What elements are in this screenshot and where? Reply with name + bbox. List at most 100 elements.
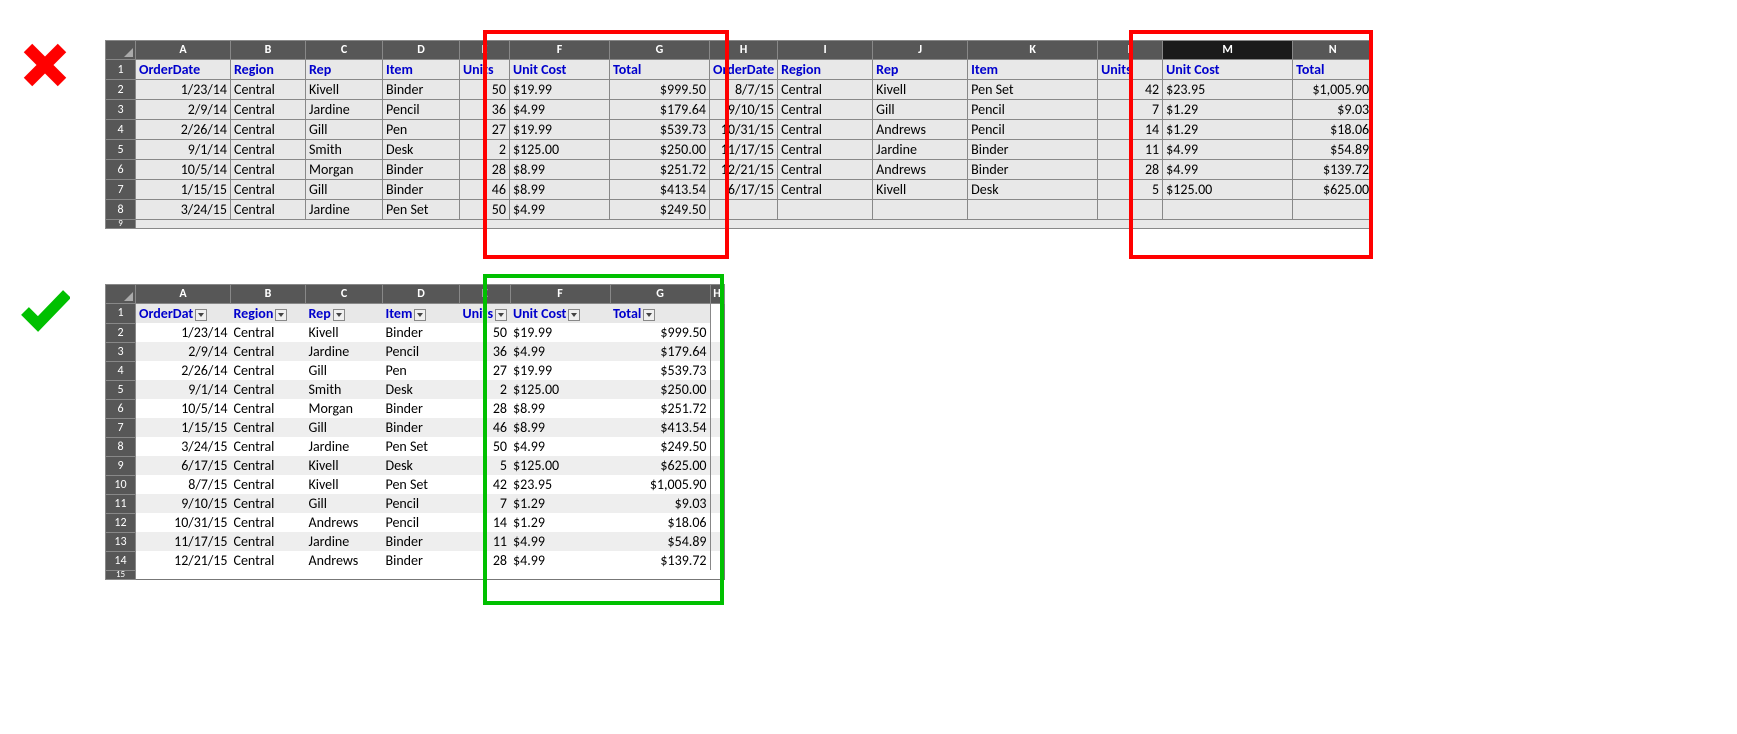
cell[interactable]: 5 xyxy=(1098,180,1163,200)
cell[interactable]: $1.29 xyxy=(1163,100,1293,120)
hdr-item2[interactable]: Item xyxy=(968,60,1098,80)
cell-blank[interactable] xyxy=(710,456,724,475)
row-10[interactable]: 10 xyxy=(106,475,136,494)
cell[interactable]: $1.29 xyxy=(510,494,610,513)
row-5[interactable]: 5 xyxy=(106,140,136,160)
cell[interactable] xyxy=(968,200,1098,220)
cell[interactable]: Andrews xyxy=(873,120,968,140)
cell[interactable]: $179.64 xyxy=(610,100,710,120)
cell[interactable]: 2/26/14 xyxy=(136,361,231,380)
cell[interactable]: $19.99 xyxy=(510,120,610,140)
empty-row[interactable] xyxy=(136,220,1373,229)
cell[interactable]: $4.99 xyxy=(510,100,610,120)
cell[interactable]: 11 xyxy=(460,532,511,551)
cell[interactable]: $125.00 xyxy=(1163,180,1293,200)
col-N[interactable]: N xyxy=(1293,41,1373,60)
col-M[interactable]: M xyxy=(1163,41,1293,60)
cell[interactable]: 8/7/15 xyxy=(710,80,778,100)
row-15[interactable]: 15 xyxy=(106,570,136,579)
cell[interactable]: Central xyxy=(231,323,306,342)
cell-blank[interactable] xyxy=(710,551,724,570)
cell[interactable]: Central xyxy=(231,380,306,399)
hdr-total2[interactable]: Total xyxy=(1293,60,1373,80)
hdr-rep2[interactable]: Rep xyxy=(873,60,968,80)
cell-blank[interactable] xyxy=(710,323,724,342)
cell[interactable]: $8.99 xyxy=(510,418,610,437)
cell[interactable]: Morgan xyxy=(306,160,383,180)
cell[interactable]: Central xyxy=(231,100,306,120)
cell[interactable]: 7 xyxy=(460,494,511,513)
row-9[interactable]: 9 xyxy=(106,456,136,475)
filter-icon[interactable] xyxy=(568,309,580,321)
cell[interactable]: $19.99 xyxy=(510,80,610,100)
cell[interactable]: 14 xyxy=(460,513,511,532)
cell[interactable]: Desk xyxy=(383,140,460,160)
cell[interactable]: Central xyxy=(231,551,306,570)
cell[interactable]: 46 xyxy=(460,418,511,437)
cell[interactable]: $1,005.90 xyxy=(1293,80,1373,100)
cell[interactable]: Jardine xyxy=(306,437,383,456)
cell[interactable]: Kivell xyxy=(306,80,383,100)
hdr-region[interactable]: Region xyxy=(231,60,306,80)
cell[interactable]: 42 xyxy=(460,475,511,494)
cell[interactable]: $249.50 xyxy=(610,200,710,220)
cell[interactable]: $4.99 xyxy=(1163,140,1293,160)
cell[interactable]: 50 xyxy=(460,80,510,100)
row-7[interactable]: 7 xyxy=(106,418,136,437)
cell[interactable]: Central xyxy=(231,475,306,494)
hdr-region2[interactable]: Region xyxy=(778,60,873,80)
cell[interactable]: 28 xyxy=(460,551,511,570)
cell[interactable]: Jardine xyxy=(873,140,968,160)
cell[interactable]: Andrews xyxy=(873,160,968,180)
cell[interactable]: Pencil xyxy=(383,342,460,361)
row-5[interactable]: 5 xyxy=(106,380,136,399)
row-8[interactable]: 8 xyxy=(106,437,136,456)
row-12[interactable]: 12 xyxy=(106,513,136,532)
hdr-units[interactable]: Units xyxy=(460,304,511,324)
cell[interactable]: 14 xyxy=(1098,120,1163,140)
cell[interactable]: Gill xyxy=(306,180,383,200)
cell[interactable]: Central xyxy=(231,513,306,532)
cell[interactable]: 9/10/15 xyxy=(710,100,778,120)
cell[interactable]: $539.73 xyxy=(610,361,710,380)
cell[interactable]: Pen xyxy=(383,120,460,140)
row-6[interactable]: 6 xyxy=(106,160,136,180)
cell[interactable]: 6/17/15 xyxy=(710,180,778,200)
cell[interactable]: Central xyxy=(231,80,306,100)
col-H[interactable]: H xyxy=(710,41,778,60)
col-C[interactable]: C xyxy=(306,285,383,304)
cell-blank[interactable] xyxy=(710,380,724,399)
cell[interactable]: $4.99 xyxy=(510,437,610,456)
cell[interactable]: $125.00 xyxy=(510,380,610,399)
filter-icon[interactable] xyxy=(643,309,655,321)
cell[interactable]: Central xyxy=(778,140,873,160)
row-1[interactable]: 1 xyxy=(106,60,136,80)
hdr-orderdate2[interactable]: OrderDate xyxy=(710,60,778,80)
cell[interactable]: Gill xyxy=(873,100,968,120)
cell[interactable]: $625.00 xyxy=(610,456,710,475)
cell[interactable]: 12/21/15 xyxy=(710,160,778,180)
cell[interactable]: Central xyxy=(231,456,306,475)
cell[interactable]: $139.72 xyxy=(610,551,710,570)
cell[interactable] xyxy=(778,200,873,220)
hdr-units[interactable]: Units xyxy=(460,60,510,80)
cell-blank[interactable] xyxy=(710,532,724,551)
cell[interactable]: $249.50 xyxy=(610,437,710,456)
filter-icon[interactable] xyxy=(275,309,287,321)
cell[interactable]: 3/24/15 xyxy=(136,437,231,456)
cell[interactable]: 28 xyxy=(460,399,511,418)
cell[interactable]: 1/23/14 xyxy=(136,323,231,342)
cell[interactable]: Central xyxy=(231,200,306,220)
cell[interactable]: Andrews xyxy=(306,551,383,570)
row-3[interactable]: 3 xyxy=(106,342,136,361)
cell[interactable]: 36 xyxy=(460,342,511,361)
cell[interactable]: $251.72 xyxy=(610,160,710,180)
cell[interactable]: Binder xyxy=(383,323,460,342)
cell[interactable]: 10/5/14 xyxy=(136,160,231,180)
cell[interactable]: 11 xyxy=(1098,140,1163,160)
hdr-unitcost[interactable]: Unit Cost xyxy=(510,304,610,324)
cell[interactable]: Jardine xyxy=(306,200,383,220)
cell[interactable]: 50 xyxy=(460,437,511,456)
cell[interactable]: Gill xyxy=(306,418,383,437)
cell[interactable]: $4.99 xyxy=(510,551,610,570)
